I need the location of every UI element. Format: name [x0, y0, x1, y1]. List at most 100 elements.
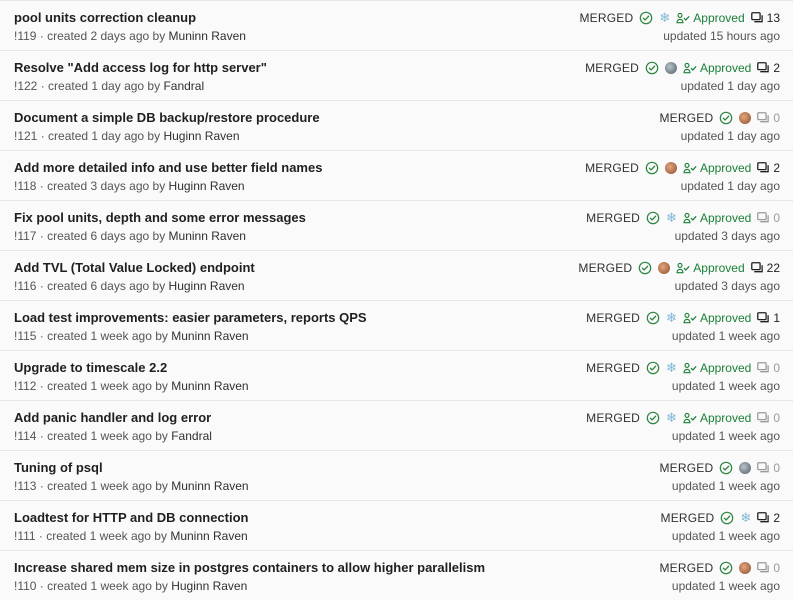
- comment-count-value: 1: [773, 311, 780, 325]
- merge-request-title[interactable]: Increase shared mem size in postgres con…: [14, 560, 485, 575]
- merge-request-title[interactable]: Add panic handler and log error: [14, 410, 211, 425]
- assignee-avatar-icon[interactable]: ❄: [666, 311, 677, 325]
- comments-count[interactable]: 0: [757, 361, 780, 375]
- author-link[interactable]: Muninn Raven: [171, 379, 248, 393]
- comments-count[interactable]: 1: [757, 311, 780, 325]
- merge-request-title[interactable]: Upgrade to timescale 2.2: [14, 360, 167, 375]
- comments-count[interactable]: 2: [757, 511, 780, 525]
- author-link[interactable]: Huginn Raven: [163, 129, 239, 143]
- merge-request-meta: !118 · created 3 days ago by Huginn Rave…: [14, 179, 245, 193]
- pipeline-passed-icon[interactable]: [645, 61, 659, 75]
- author-link[interactable]: Muninn Raven: [169, 29, 246, 43]
- approval-status[interactable]: Approved: [676, 261, 745, 275]
- merge-request-row[interactable]: Add TVL (Total Value Locked) endpoint !11…: [0, 250, 793, 300]
- merge-request-title[interactable]: Loadtest for HTTP and DB connection: [14, 510, 249, 525]
- approval-status[interactable]: Approved: [683, 361, 751, 375]
- pipeline-passed-icon[interactable]: [646, 361, 660, 375]
- comment-icon: [757, 412, 770, 424]
- author-link[interactable]: Muninn Raven: [171, 329, 248, 343]
- assignee-avatar-icon[interactable]: [658, 262, 671, 274]
- approval-check-icon: [676, 12, 690, 24]
- comments-count[interactable]: 0: [757, 211, 780, 225]
- comment-count-value: 0: [773, 561, 780, 575]
- merge-request-row[interactable]: pool units correction cleanup !119 · crea…: [0, 0, 793, 50]
- comment-count-value: 0: [773, 461, 780, 475]
- comments-count[interactable]: 0: [757, 461, 780, 475]
- approved-label: Approved: [693, 11, 745, 25]
- merge-request-title[interactable]: Fix pool units, depth and some error mes…: [14, 210, 306, 225]
- comments-count[interactable]: 22: [750, 261, 780, 275]
- merge-request-row[interactable]: Tuning of psql !113 · created 1 week ago …: [0, 450, 793, 500]
- assignee-avatar-icon[interactable]: [664, 162, 677, 174]
- merge-request-status-group: MERGED 0: [659, 460, 780, 476]
- comments-count[interactable]: 0: [757, 561, 780, 575]
- merge-request-row[interactable]: Load test improvements: easier parameter…: [0, 300, 793, 350]
- author-link[interactable]: Huginn Raven: [169, 279, 245, 293]
- merge-request-row[interactable]: Increase shared mem size in postgres con…: [0, 550, 793, 600]
- merge-request-row[interactable]: Upgrade to timescale 2.2 !112 · created 1…: [0, 350, 793, 400]
- assignee-avatar-icon[interactable]: ❄: [666, 361, 677, 375]
- pipeline-passed-icon[interactable]: [646, 311, 660, 325]
- merge-request-title[interactable]: Document a simple DB backup/restore proc…: [14, 110, 320, 125]
- merge-request-status-group: MERGED ❄ Approved 1: [586, 310, 780, 326]
- assignee-avatar-icon[interactable]: [739, 462, 752, 474]
- comments-count[interactable]: 0: [757, 411, 780, 425]
- merge-request-row[interactable]: Fix pool units, depth and some error mes…: [0, 200, 793, 250]
- pipeline-passed-icon[interactable]: [719, 561, 733, 575]
- comment-count-value: 0: [773, 411, 780, 425]
- merge-request-title[interactable]: Add TVL (Total Value Locked) endpoint: [14, 260, 255, 275]
- pipeline-passed-icon[interactable]: [720, 511, 734, 525]
- pipeline-passed-icon[interactable]: [639, 11, 653, 25]
- pipeline-passed-icon[interactable]: [645, 161, 659, 175]
- comments-count[interactable]: 2: [757, 161, 780, 175]
- merge-request-row[interactable]: Add more detailed info and use better fi…: [0, 150, 793, 200]
- merge-request-meta: !115 · created 1 week ago by Muninn Rave…: [14, 329, 249, 343]
- merge-request-title[interactable]: Tuning of psql: [14, 460, 103, 475]
- author-link[interactable]: Fandral: [163, 79, 204, 93]
- updated-timestamp: updated 1 week ago: [671, 379, 780, 393]
- comment-count-value: 2: [773, 161, 780, 175]
- author-link[interactable]: Muninn Raven: [170, 529, 247, 543]
- assignee-avatar-icon[interactable]: [739, 562, 752, 574]
- author-link[interactable]: Fandral: [171, 429, 212, 443]
- assignee-avatar-icon[interactable]: [664, 62, 677, 74]
- author-link[interactable]: Muninn Raven: [171, 479, 248, 493]
- assignee-avatar-icon[interactable]: ❄: [666, 211, 677, 225]
- merge-request-row[interactable]: Document a simple DB backup/restore proc…: [0, 100, 793, 150]
- author-link[interactable]: Huginn Raven: [171, 579, 247, 593]
- pipeline-passed-icon[interactable]: [646, 411, 660, 425]
- pipeline-passed-icon[interactable]: [719, 461, 733, 475]
- comment-count-value: 13: [766, 11, 780, 25]
- merge-request-title[interactable]: Load test improvements: easier parameter…: [14, 310, 367, 325]
- comments-count[interactable]: 0: [757, 111, 780, 125]
- approval-status[interactable]: Approved: [683, 161, 751, 175]
- assignee-avatar-icon[interactable]: ❄: [666, 411, 677, 425]
- approval-status[interactable]: Approved: [683, 411, 751, 425]
- merge-request-row[interactable]: Resolve "Add access log for http server"…: [0, 50, 793, 100]
- approval-status[interactable]: Approved: [683, 211, 751, 225]
- merge-request-ref-created: !122 · created 1 day ago by: [14, 79, 164, 93]
- merge-request-title[interactable]: Resolve "Add access log for http server": [14, 60, 267, 75]
- assignee-avatar-icon[interactable]: [739, 112, 752, 124]
- assignee-avatar-icon[interactable]: ❄: [740, 511, 751, 525]
- approval-check-icon: [676, 262, 690, 274]
- comments-count[interactable]: 13: [750, 11, 780, 25]
- merge-request-status-group: MERGED 0: [659, 560, 780, 576]
- merge-request-row[interactable]: Add panic handler and log error !114 · cr…: [0, 400, 793, 450]
- pipeline-passed-icon[interactable]: [638, 261, 652, 275]
- approval-status[interactable]: Approved: [683, 61, 751, 75]
- pipeline-passed-icon[interactable]: [646, 211, 660, 225]
- approval-status[interactable]: Approved: [683, 311, 751, 325]
- approved-label: Approved: [699, 361, 752, 375]
- comment-icon: [757, 562, 770, 574]
- pipeline-passed-icon[interactable]: [719, 111, 733, 125]
- author-link[interactable]: Muninn Raven: [169, 229, 246, 243]
- approval-status[interactable]: Approved: [676, 11, 745, 25]
- author-link[interactable]: Huginn Raven: [169, 179, 245, 193]
- merge-request-title[interactable]: pool units correction cleanup: [14, 10, 196, 25]
- comments-count[interactable]: 2: [757, 61, 780, 75]
- approved-label: Approved: [699, 161, 752, 175]
- assignee-avatar-icon[interactable]: ❄: [659, 11, 670, 25]
- merge-request-title[interactable]: Add more detailed info and use better fi…: [14, 160, 322, 175]
- merge-request-row[interactable]: Loadtest for HTTP and DB connection !111 …: [0, 500, 793, 550]
